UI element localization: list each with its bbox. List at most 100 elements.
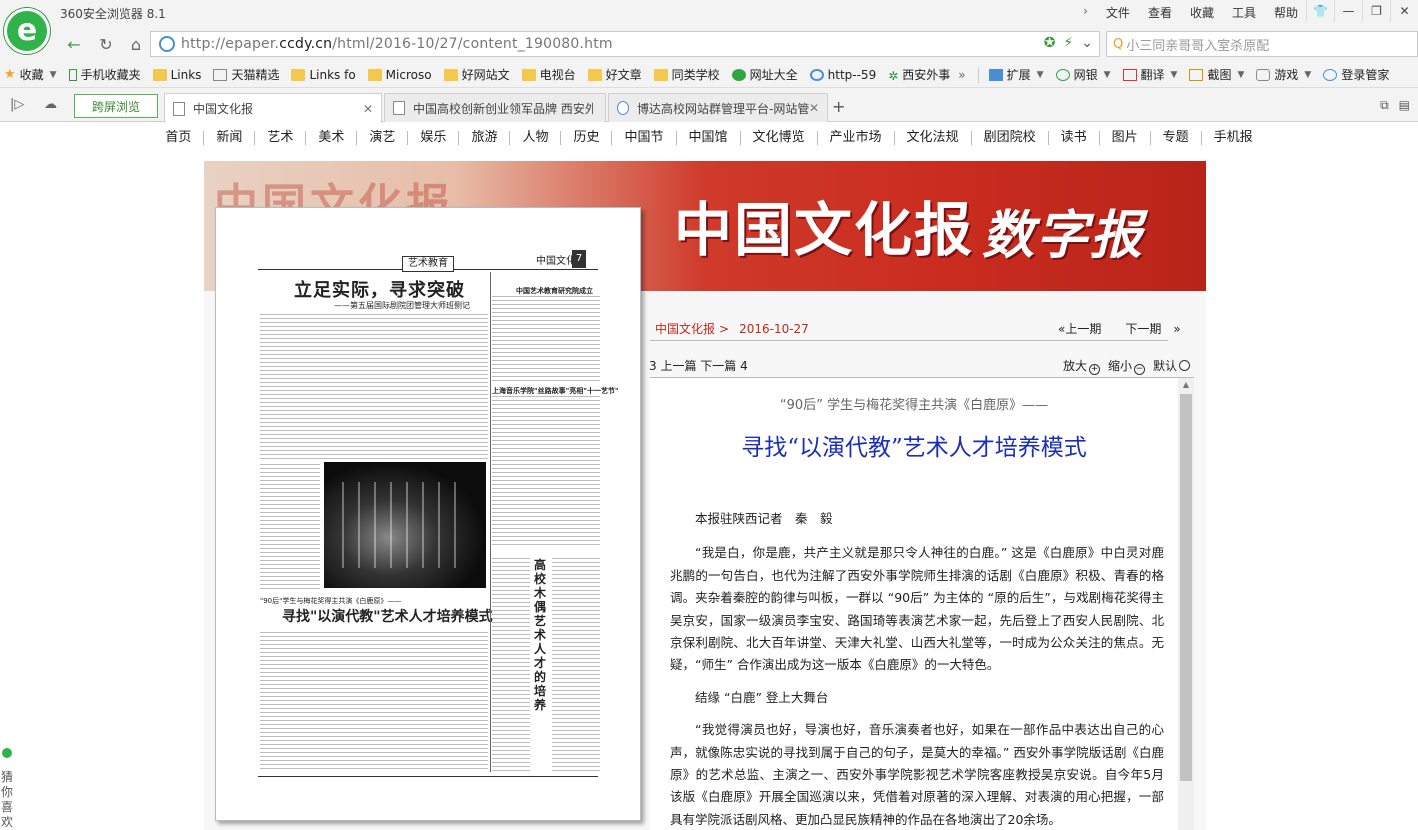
refresh-icon[interactable]: ↻ xyxy=(94,33,118,55)
tab-list-icon[interactable]: ▤ xyxy=(1399,98,1410,113)
sidebar-toggle-icon[interactable]: |▷ xyxy=(10,97,24,112)
bookmark-mobile[interactable]: 手机收藏夹 xyxy=(68,66,141,83)
menu-tools[interactable]: 工具 xyxy=(1232,4,1256,21)
paper-article2-title[interactable]: 寻找"以演代教"艺术人才培养模式 xyxy=(282,606,493,626)
minimize-button[interactable]: — xyxy=(1334,0,1362,22)
url-text[interactable]: http://epaper.ccdy.cn/html/2016-10/27/co… xyxy=(181,36,613,52)
paper-text-block xyxy=(260,632,488,772)
window-controls: 👕 — ❐ ✕ xyxy=(1306,0,1418,22)
nav-industry[interactable]: 产业市场 xyxy=(818,131,895,145)
paper-vertical-title[interactable]: 高校木偶艺术人才的培养 xyxy=(534,558,548,712)
browser-logo-icon[interactable]: e xyxy=(4,8,50,54)
nav-topics[interactable]: 专题 xyxy=(1151,131,1202,145)
nav-law[interactable]: 文化法规 xyxy=(895,131,972,145)
bookmark-links-fo[interactable]: Links fo xyxy=(291,68,356,82)
tool-extensions[interactable]: 扩展 ▼ xyxy=(988,66,1044,83)
paper-footer-rule xyxy=(258,776,598,777)
restore-tab-icon[interactable]: ⧉ xyxy=(1380,98,1389,113)
nav-news[interactable]: 新闻 xyxy=(204,131,256,145)
nav-entertainment[interactable]: 娱乐 xyxy=(408,131,460,145)
bookmark-similar-schools[interactable]: 同类学校 xyxy=(653,66,720,83)
paper-headline[interactable]: 立足实际，寻求突破 xyxy=(294,276,465,302)
url-input[interactable]: http://epaper.ccdy.cn/html/2016-10/27/co… xyxy=(150,31,1100,57)
menu-help[interactable]: 帮助 xyxy=(1274,4,1298,21)
nav-troupes[interactable]: 剧团院校 xyxy=(972,131,1049,145)
url-actions: ✪ ⚡ ⌄ xyxy=(1044,35,1093,51)
bookmark-tmall[interactable]: 天猫精选 xyxy=(213,66,279,83)
chevron-right-icon[interactable]: › xyxy=(1083,4,1088,21)
plus-icon: + xyxy=(1089,364,1101,375)
close-button[interactable]: ✕ xyxy=(1390,0,1418,22)
menu-file[interactable]: 文件 xyxy=(1106,4,1130,21)
prev-issue-link[interactable]: «上一期 xyxy=(1058,322,1113,336)
title-menu: › 文件 查看 收藏 工具 帮助 xyxy=(1083,4,1298,21)
tool-translate[interactable]: 翻译 ▼ xyxy=(1122,66,1177,83)
menu-view[interactable]: 查看 xyxy=(1148,4,1172,21)
zoom-out-button[interactable]: 缩小 − xyxy=(1108,357,1146,375)
chevron-down-icon[interactable]: ⌄ xyxy=(1081,35,1093,51)
close-tab-icon[interactable]: ✕ xyxy=(809,101,819,115)
paper-text-block xyxy=(492,558,530,772)
article-paragraph: “我是白，你是鹿，共产主义就是那只令人神往的白鹿。” 这是《白鹿原》中白灵对鹿兆… xyxy=(670,545,1164,673)
bookmark-links[interactable]: Links xyxy=(152,68,201,82)
nav-pictures[interactable]: 图片 xyxy=(1100,131,1151,145)
bookmark-good-articles[interactable]: 好文章 xyxy=(587,66,642,83)
folder-icon xyxy=(521,68,536,81)
bookmark-good-sites[interactable]: 好网站文 xyxy=(443,66,510,83)
nav-art[interactable]: 艺术 xyxy=(255,131,307,145)
next-issue-link[interactable]: 下一期» xyxy=(1125,322,1180,336)
nav-performance[interactable]: 演艺 xyxy=(357,131,409,145)
zoom-in-button[interactable]: 放大 + xyxy=(1063,357,1101,375)
home-icon[interactable]: ⌂ xyxy=(124,33,148,55)
nav-home[interactable]: 首页 xyxy=(153,131,205,145)
nav-travel[interactable]: 旅游 xyxy=(459,131,511,145)
breadcrumb-date[interactable]: 2016-10-27 xyxy=(739,322,809,336)
nav-expo[interactable]: 文化博览 xyxy=(741,131,818,145)
new-tab-button[interactable]: + xyxy=(832,97,845,116)
breadcrumb-paper[interactable]: 中国文化报 xyxy=(655,322,715,336)
back-arrow-icon[interactable]: ← xyxy=(62,33,86,55)
tab-ccdy[interactable]: 中国文化报 ✕ xyxy=(164,93,382,123)
bookmark-tv[interactable]: 电视台 xyxy=(521,66,576,83)
search-input[interactable]: Q 小三同亲哥哥入室杀原配 xyxy=(1106,31,1418,57)
side-recommend[interactable]: 猜你喜欢 xyxy=(0,748,14,830)
menu-favorites[interactable]: 收藏 xyxy=(1190,4,1214,21)
security-icon[interactable]: ✪ xyxy=(1044,35,1056,51)
zoom-default-button[interactable]: 默认 xyxy=(1153,357,1191,375)
nav-pavilion[interactable]: 中国馆 xyxy=(677,131,741,145)
skin-icon[interactable]: 👕 xyxy=(1306,0,1334,22)
scrollbar-thumb[interactable] xyxy=(1180,394,1192,781)
nav-people[interactable]: 人物 xyxy=(510,131,562,145)
tool-bank[interactable]: 网银 ▼ xyxy=(1055,66,1111,83)
article-page-nav[interactable]: 3 上一篇 下一篇 4 xyxy=(649,357,748,374)
page-icon xyxy=(173,101,185,116)
scroll-up-icon[interactable]: ▲ xyxy=(1178,378,1194,392)
nav-fine-art[interactable]: 美术 xyxy=(306,131,358,145)
lightning-icon[interactable]: ⚡ xyxy=(1063,35,1073,51)
newspaper-page-thumbnail[interactable]: 艺术教育 中国文化报 7 立足实际，寻求突破 ——第五届国际剧院团管理大师班侧记… xyxy=(215,207,641,821)
bookmark-url-directory[interactable]: 网址大全 xyxy=(731,66,798,83)
nav-mobile[interactable]: 手机报 xyxy=(1202,131,1265,145)
bookmark-xisu[interactable]: ✲ 西安外事» xyxy=(888,66,965,83)
article-title: 寻找“以演代教”艺术人才培养模式 xyxy=(741,435,1087,461)
paper-headline-sub: ——第五届国际剧院团管理大师班侧记 xyxy=(334,301,470,310)
tool-games[interactable]: 游戏 ▼ xyxy=(1256,66,1311,83)
paper-right-title-2[interactable]: 上海音乐学院"丝路故事"亮相"十一艺节" xyxy=(492,386,619,396)
paper-right-title[interactable]: 中国艺术教育研究院成立 xyxy=(516,286,593,296)
close-tab-icon[interactable]: ✕ xyxy=(363,102,373,116)
bookmark-favorites[interactable]: ★ 收藏 ▼ xyxy=(4,66,57,83)
cloud-icon[interactable]: ☁ xyxy=(44,97,57,112)
tab-boda[interactable]: 博达高校网站群管理平台-网站管 ✕ xyxy=(608,93,828,122)
puzzle-icon xyxy=(988,68,1003,81)
tool-screenshot[interactable]: 截图 ▼ xyxy=(1189,66,1244,83)
nav-history[interactable]: 历史 xyxy=(561,131,613,145)
tool-login-manager[interactable]: 登录管家 xyxy=(1323,66,1389,83)
maximize-button[interactable]: ❐ xyxy=(1362,0,1390,22)
bookmark-microso[interactable]: Microso xyxy=(367,68,432,82)
nav-festival[interactable]: 中国节 xyxy=(612,131,677,145)
cross-screen-button[interactable]: 跨屏浏览 xyxy=(74,94,158,118)
bookmark-http59[interactable]: http--59 xyxy=(809,68,876,82)
article-scrollbar[interactable]: ▲ xyxy=(1178,378,1194,830)
tab-xisu[interactable]: 中国高校创新创业领军品牌 西安外 xyxy=(384,93,606,122)
nav-reading[interactable]: 读书 xyxy=(1049,131,1100,145)
